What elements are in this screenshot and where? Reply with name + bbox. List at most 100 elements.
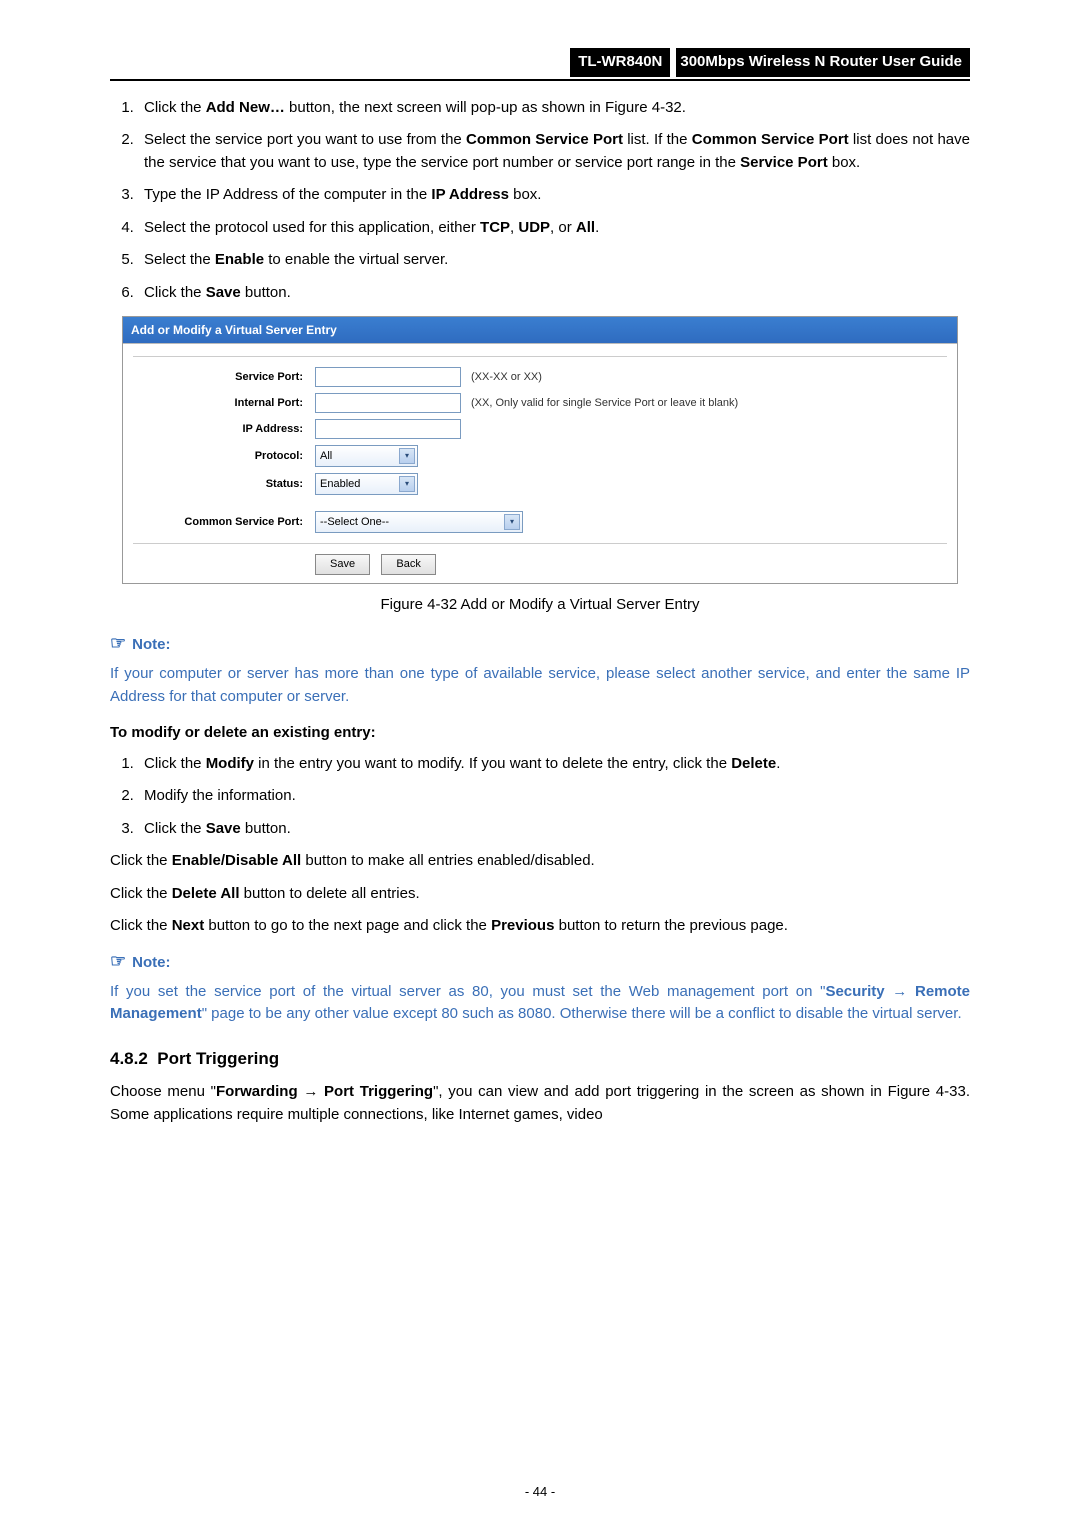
text: list. If the	[623, 131, 692, 148]
row-status: Status: Enabled ▾	[133, 473, 947, 495]
text-bold: TCP	[480, 219, 510, 236]
figure-body: Service Port: (XX-XX or XX) Internal Por…	[123, 343, 957, 583]
text-bold: Add New…	[206, 99, 285, 116]
text: box.	[509, 186, 542, 203]
text: Select the service port you want to use …	[144, 131, 466, 148]
text: Click the	[110, 885, 172, 902]
text: button to delete all entries.	[240, 885, 420, 902]
figure-header: Add or Modify a Virtual Server Entry	[123, 317, 957, 343]
text: button to go to the next page and click …	[204, 917, 491, 934]
note-heading: ☞ Note:	[110, 630, 970, 657]
text-bold: Enable	[215, 251, 264, 268]
step-b1: Click the Modify in the entry you want t…	[138, 753, 970, 776]
text-bold: Modify	[206, 755, 254, 772]
note-body: If your computer or server has more than…	[110, 663, 970, 708]
step-1: Click the Add New… button, the next scre…	[138, 97, 970, 120]
pointing-hand-icon: ☞	[110, 951, 126, 971]
page-number: - 44 -	[0, 1482, 1080, 1502]
text-bold: Port Triggering	[324, 1083, 433, 1100]
step-6: Click the Save button.	[138, 282, 970, 305]
chevron-down-icon: ▾	[399, 448, 415, 464]
section-paragraph: Choose menu "Forwarding → Port Triggerin…	[110, 1081, 970, 1126]
text: .	[776, 755, 780, 772]
figure-caption: Figure 4-32 Add or Modify a Virtual Serv…	[110, 594, 970, 617]
text-bold: Common Service Port	[692, 131, 849, 148]
paragraph-delete-all: Click the Delete All button to delete al…	[110, 883, 970, 906]
text: , or	[550, 219, 576, 236]
select-protocol-value: All	[320, 448, 332, 465]
guide-title: 300Mbps Wireless N Router User Guide	[676, 48, 970, 77]
text-bold: Next	[172, 917, 205, 934]
note-label: Note:	[132, 636, 170, 653]
subheading-modify-delete: To modify or delete an existing entry:	[110, 722, 970, 745]
text: button, the next screen will pop-up as s…	[285, 99, 686, 116]
text-bold: Save	[206, 284, 241, 301]
arrow-icon: →	[298, 1083, 324, 1100]
text: Click the	[144, 284, 206, 301]
note-body-2: If you set the service port of the virtu…	[110, 981, 970, 1026]
hint-internal-port: (XX, Only valid for single Service Port …	[471, 395, 738, 412]
row-service-port: Service Port: (XX-XX or XX)	[133, 367, 947, 387]
select-protocol[interactable]: All ▾	[315, 445, 418, 467]
text: Click the	[110, 917, 172, 934]
text: button to make all entries enabled/disab…	[301, 852, 595, 869]
pointing-hand-icon: ☞	[110, 633, 126, 653]
back-button[interactable]: Back	[381, 554, 435, 575]
select-common-port[interactable]: --Select One-- ▾	[315, 511, 523, 533]
label-status: Status:	[133, 476, 315, 493]
text: button.	[241, 820, 291, 837]
section-title: Port Triggering	[157, 1049, 279, 1068]
text-bold: Delete All	[172, 885, 240, 902]
label-common-port: Common Service Port:	[133, 514, 315, 531]
steps-list-b: Click the Modify in the entry you want t…	[110, 753, 970, 841]
text: Type the IP Address of the computer in t…	[144, 186, 431, 203]
row-common-port: Common Service Port: --Select One-- ▾	[133, 511, 947, 533]
text-bold: Service Port	[740, 154, 828, 171]
arrow-icon: →	[885, 983, 915, 1000]
text-bold: Forwarding	[216, 1083, 298, 1100]
step-3: Type the IP Address of the computer in t…	[138, 184, 970, 207]
label-protocol: Protocol:	[133, 448, 315, 465]
text: If you set the service port of the virtu…	[110, 983, 825, 1000]
step-4: Select the protocol used for this applic…	[138, 217, 970, 240]
text: box.	[828, 154, 861, 171]
text-bold: Previous	[491, 917, 554, 934]
model-label: TL-WR840N	[570, 48, 670, 77]
text-bold: Delete	[731, 755, 776, 772]
label-ip-address: IP Address:	[133, 421, 315, 438]
input-ip-address[interactable]	[315, 419, 461, 439]
section-heading: 4.8.2 Port Triggering	[110, 1046, 970, 1072]
chevron-down-icon: ▾	[399, 476, 415, 492]
text: " page to be any other value except 80 s…	[202, 1005, 962, 1022]
save-button[interactable]: Save	[315, 554, 370, 575]
text: in the entry you want to modify. If you …	[254, 755, 731, 772]
text: to enable the virtual server.	[264, 251, 448, 268]
note-label-2: Note:	[132, 954, 170, 971]
text-bold: Enable/Disable All	[172, 852, 302, 869]
text: Click the	[110, 852, 172, 869]
text-bold: Save	[206, 820, 241, 837]
text: button to return the previous page.	[554, 917, 788, 934]
text: button.	[241, 284, 291, 301]
label-internal-port: Internal Port:	[133, 395, 315, 412]
text: Click the	[144, 755, 206, 772]
paragraph-enable-disable: Click the Enable/Disable All button to m…	[110, 850, 970, 873]
label-service-port: Service Port:	[133, 369, 315, 386]
text-bold: UDP	[518, 219, 550, 236]
step-5: Select the Enable to enable the virtual …	[138, 249, 970, 272]
step-b2: Modify the information.	[138, 785, 970, 808]
text: Select the protocol used for this applic…	[144, 219, 480, 236]
row-ip-address: IP Address:	[133, 419, 947, 439]
input-service-port[interactable]	[315, 367, 461, 387]
select-status[interactable]: Enabled ▾	[315, 473, 418, 495]
input-internal-port[interactable]	[315, 393, 461, 413]
page-header: TL-WR840N300Mbps Wireless N Router User …	[110, 48, 970, 81]
hint-service-port: (XX-XX or XX)	[471, 369, 542, 386]
text: .	[595, 219, 599, 236]
select-status-value: Enabled	[320, 476, 360, 493]
section-number: 4.8.2	[110, 1049, 148, 1068]
chevron-down-icon: ▾	[504, 514, 520, 530]
step-b3: Click the Save button.	[138, 818, 970, 841]
text: Choose menu "	[110, 1083, 216, 1100]
figure-screenshot: Add or Modify a Virtual Server Entry Ser…	[122, 316, 958, 584]
